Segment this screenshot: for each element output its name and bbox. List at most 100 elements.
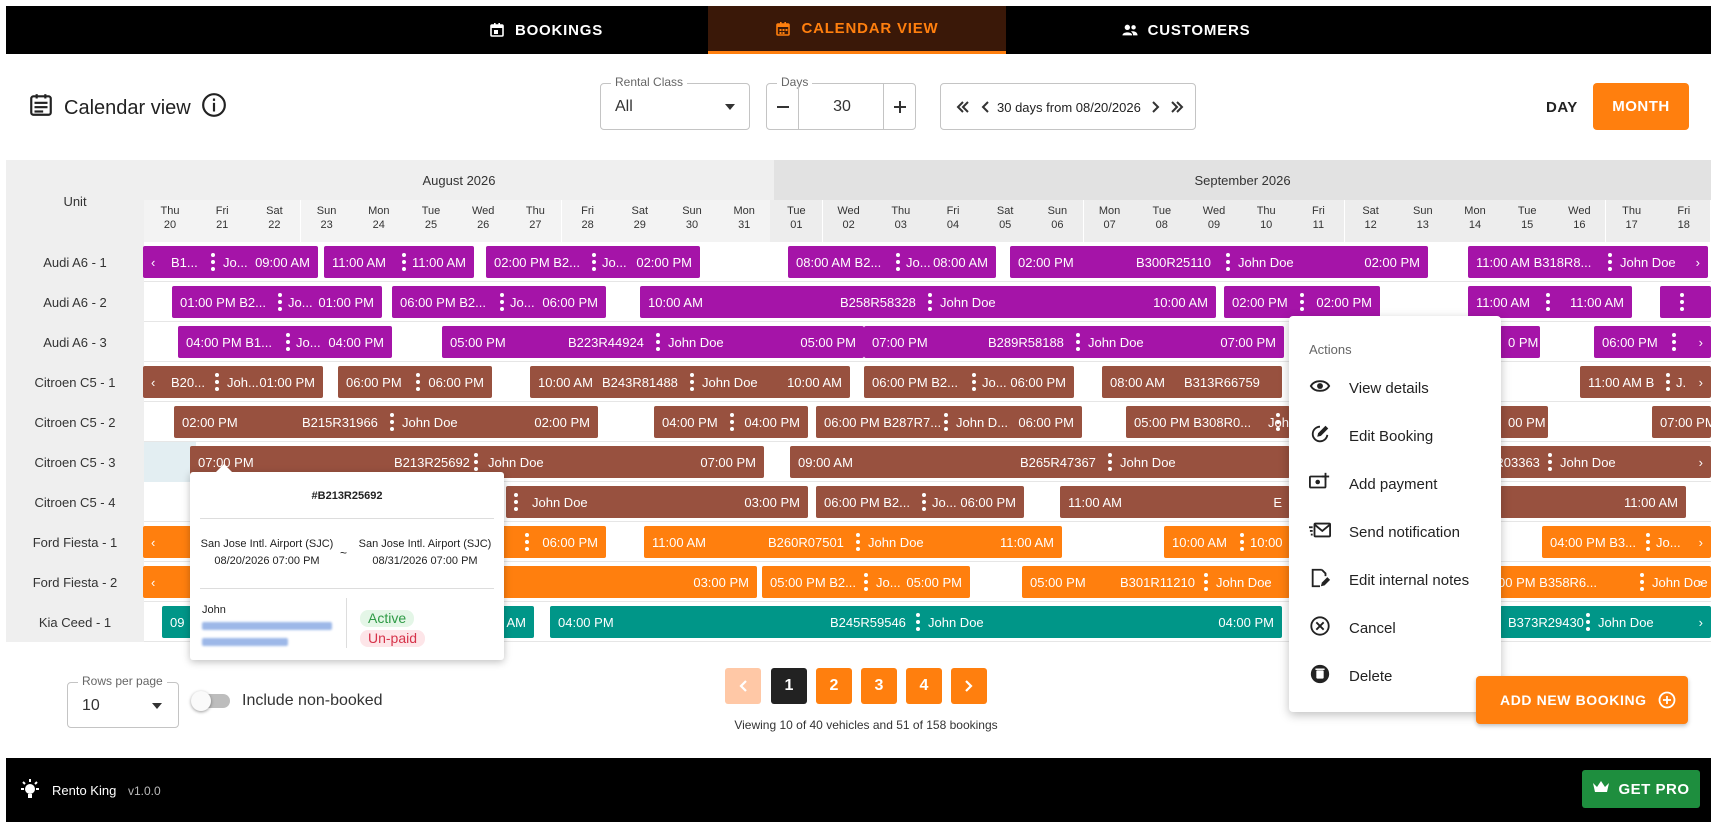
tab-customers[interactable]: CUSTOMERS (1086, 6, 1286, 54)
menu-item-send-notification[interactable]: Send notification (1289, 508, 1501, 556)
day-number: 30 (685, 219, 699, 231)
booking-bar[interactable]: John Doe 03:00 PM (506, 486, 808, 518)
note-edit-icon (1309, 567, 1331, 593)
booking-bar[interactable]: 06:00 PM B2... Jo... 06:00 PM (864, 366, 1074, 398)
booking-bar[interactable]: 02:00 PM B2... Jo... 02:00 PM (486, 246, 700, 278)
first-page-icon[interactable] (955, 99, 971, 120)
menu-item-delete[interactable]: Delete (1289, 652, 1501, 700)
chevron-right-icon (965, 680, 973, 692)
tab-calendar-view[interactable]: CALENDAR VIEW (708, 6, 1006, 54)
booking-bar[interactable]: 07:00 PM B289R58188 John Doe 07:00 PM (864, 326, 1284, 358)
booking-bar[interactable]: 08:00 AM B2... Jo... 08:00 AM (788, 246, 996, 278)
booking-bar[interactable]: 11:00 AM (1500, 486, 1686, 518)
day-number: 29 (633, 219, 646, 231)
booking-bar[interactable]: B373R29430 John Doe › (1500, 606, 1711, 638)
add-new-booking-button[interactable]: ADD NEW BOOKING (1476, 676, 1688, 724)
booking-bar[interactable]: 08:00 AM B313R66759 (1102, 366, 1282, 398)
pagination-page-3[interactable]: 3 (861, 668, 897, 704)
booking-bar[interactable]: 05:00 PM B301R11210 John Doe (1022, 566, 1290, 598)
day-button[interactable]: DAY (1546, 99, 1578, 116)
day-weekday: Sun (1047, 205, 1068, 217)
month-button[interactable]: MONTH (1593, 83, 1689, 130)
booking-bar[interactable]: 01:00 PM B2... Jo... 01:00 PM (172, 286, 382, 318)
booking-bar[interactable]: 10:00 AM B258R58328 John Doe 10:00 AM (640, 286, 1216, 318)
day-weekday: Wed (1202, 205, 1226, 217)
caret-down-icon (152, 703, 162, 709)
day-weekday: Sun (682, 205, 702, 217)
booking-bar[interactable]: 02:00 PM B300R25110 John Doe 02:00 PM (1010, 246, 1428, 278)
booking-bar[interactable]: 04:00 PM 04:00 PM (654, 406, 808, 438)
pagination-page-2[interactable]: 2 (816, 668, 852, 704)
day-weekday: Wed (471, 205, 495, 217)
booking-bar[interactable]: 10:00 AM B243R81488 John Doe 10:00 AM (530, 366, 850, 398)
booking-bar[interactable]: 06:00 PM B2... Jo... 06:00 PM (392, 286, 606, 318)
app-version: v1.0.0 (128, 784, 161, 798)
day-weekday: Fri (215, 205, 229, 217)
day-number: 07 (1103, 219, 1116, 231)
booking-bar[interactable]: 11:00 AM 11:00 AM (1468, 286, 1632, 318)
rental-class-select[interactable]: Rental Class All (600, 75, 750, 130)
booking-bar[interactable] (1660, 286, 1711, 318)
booking-bar[interactable]: 05:00 PM B308R0...John (1126, 406, 1290, 438)
booking-bar[interactable]: 04:00 PM B245R59546 John Doe 04:00 PM (550, 606, 1282, 638)
plus-button[interactable] (883, 84, 915, 129)
day-number: 15 (1521, 219, 1534, 231)
minus-button[interactable] (767, 84, 799, 129)
day-number: 21 (216, 219, 229, 231)
tab-bookings[interactable]: BOOKINGS (446, 6, 646, 54)
menu-item-add-payment[interactable]: Add payment (1289, 460, 1501, 508)
pagination-next[interactable] (951, 668, 987, 704)
booking-bar[interactable]: 11:00 AM B260R07501 John Doe 11:00 AM (644, 526, 1062, 558)
booking-bar[interactable]: 10:00 AM 10:00 (1164, 526, 1290, 558)
booking-bar[interactable]: 00 PM (1500, 406, 1548, 438)
booking-bar[interactable]: 11:00 AM 11:00 AM (324, 246, 474, 278)
booking-bar[interactable]: 06:00 PM 06:00 PM (338, 366, 492, 398)
day-weekday: Sat (1362, 205, 1379, 217)
rows-per-page-select[interactable]: Rows per page 10 (67, 674, 179, 728)
menu-item-edit-booking[interactable]: Edit Booking (1289, 412, 1501, 460)
status-badge-unpaid: Un-paid (360, 630, 426, 647)
booking-bar[interactable]: 02:00 PM B215R31966 John Doe 02:00 PM (174, 406, 598, 438)
next-icon[interactable] (1150, 99, 1162, 120)
booking-bar[interactable]: 06:00 PM › (1594, 326, 1711, 358)
day-header-cell: Sat 29 (613, 200, 666, 242)
booking-bar[interactable]: 06:00 PM B287R7... John D... 06:00 PM (816, 406, 1082, 438)
menu-item-edit-internal-notes[interactable]: Edit internal notes (1289, 556, 1501, 604)
booking-bar[interactable]: 0 PM (1500, 326, 1540, 358)
menu-item-view-details[interactable]: View details (1289, 364, 1501, 412)
booking-bar[interactable]: 05:00 PM B223R44924 John Doe 05:00 PM (442, 326, 864, 358)
include-non-booked-toggle[interactable] (191, 691, 230, 711)
page-title-text: Calendar view (64, 96, 191, 119)
month-header-september: September 2026 (774, 160, 1711, 200)
booking-bar[interactable]: ‹ B20... Joh... 01:00 PM (143, 366, 323, 398)
booking-bar[interactable]: 04:00 PM B3... Jo... › (1542, 526, 1711, 558)
menu-item-cancel[interactable]: Cancel (1289, 604, 1501, 652)
plus-circle-icon (1658, 691, 1676, 714)
day-number: 24 (372, 219, 385, 231)
pagination-page-4[interactable]: 4 (906, 668, 942, 704)
booking-bar[interactable]: 11:00 AM E (1060, 486, 1290, 518)
booking-bar[interactable]: 09:00 AM B265R47367 John Doe (790, 446, 1290, 478)
pagination-prev[interactable] (725, 668, 761, 704)
days-input[interactable]: 30 (799, 98, 885, 116)
booking-bar[interactable]: 05:00 PM B2... Jo... 05:00 PM (762, 566, 970, 598)
return-location: San Jose Intl. Airport (SJC) (358, 538, 492, 550)
day-header-cell: Wed 02 (822, 200, 875, 242)
unit-header: Unit (6, 160, 144, 242)
booking-bar[interactable]: 02:00 PM 02:00 PM (1224, 286, 1380, 318)
booking-bar[interactable]: 07:00 PM (1652, 406, 1711, 438)
lightbulb-icon (18, 778, 42, 807)
booking-bar[interactable]: 11:00 AM B J. › (1580, 366, 1711, 398)
booking-bar[interactable]: ‹ B1... Jo... 09:00 AM (143, 246, 318, 278)
booking-bar[interactable]: 11:00 AM B318R8... John Doe › (1468, 246, 1708, 278)
pagination-page-1[interactable]: 1 (771, 668, 807, 704)
booking-bar[interactable]: 00 PM B358R6... John Doe › (1490, 566, 1711, 598)
booking-bar[interactable]: 06:00 PM B2... Jo... 06:00 PM (816, 486, 1024, 518)
last-page-icon[interactable] (1169, 99, 1185, 120)
selected-cell (144, 442, 196, 482)
info-icon[interactable] (201, 92, 227, 124)
actions-menu-header: Actions (1309, 342, 1352, 357)
booking-bar[interactable]: 04:00 PM B1... Jo... 04:00 PM (178, 326, 392, 358)
get-pro-button[interactable]: GET PRO (1582, 770, 1700, 808)
prev-icon[interactable] (979, 99, 991, 120)
